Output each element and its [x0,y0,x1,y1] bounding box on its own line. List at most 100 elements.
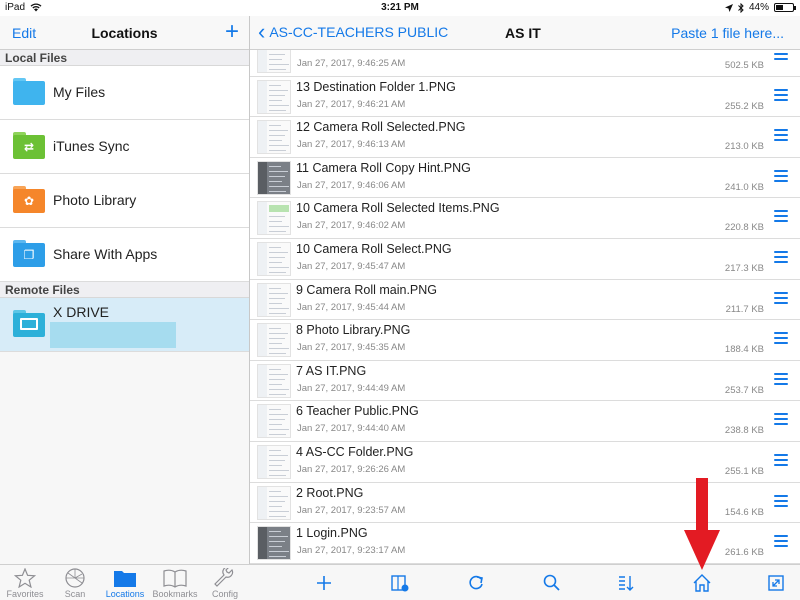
location-photo-library[interactable]: ✿ Photo Library [0,174,249,228]
new-folder-icon[interactable] [390,573,410,593]
file-thumbnail [257,79,291,114]
file-row[interactable]: 9 Camera Roll main.PNG Jan 27, 2017, 9:45… [250,280,800,321]
file-thumbnail [257,526,291,561]
file-row[interactable]: 13 Destination Folder 1.PNG Jan 27, 2017,… [250,77,800,118]
sort-icon[interactable] [616,573,636,593]
file-name: 13 Destination Folder 1.PNG [296,79,456,94]
tab-scan[interactable]: Scan [50,565,100,600]
file-name: 6 Teacher Public.PNG [296,404,419,419]
file-row[interactable]: 6 Teacher Public.PNG Jan 27, 2017, 9:44:4… [250,401,800,442]
tab-config[interactable]: Config [200,565,250,600]
battery-percent: 44% [748,2,769,13]
home-icon[interactable] [692,573,712,593]
file-name: 10 Camera Roll Selected Items.PNG [296,201,500,216]
file-menu-icon[interactable] [774,291,788,304]
locations-title: Locations [91,25,158,41]
tab-bookmarks[interactable]: Bookmarks [150,565,200,600]
plus-icon[interactable] [314,573,334,593]
file-thumbnail [257,485,291,520]
file-date: Jan 27, 2017, 9:45:35 AM [297,342,406,354]
file-menu-icon[interactable] [774,129,788,142]
locations-navbar: Edit Locations + [0,16,249,50]
file-size: 255.2 KB [724,100,764,112]
file-date: Jan 27, 2017, 9:46:25 AM [297,58,406,69]
file-date: Jan 27, 2017, 9:44:49 AM [297,382,406,394]
file-name: 14 Destination Folder 2.PNG [296,50,456,53]
file-menu-icon[interactable] [774,50,788,60]
status-bar: iPad 3:21 PM 44% [0,0,800,16]
file-thumbnail [257,445,291,479]
expand-icon[interactable] [766,573,786,593]
add-location-button[interactable]: + [225,18,239,46]
file-size: 261.6 KB [724,547,764,559]
file-row[interactable]: 10 Camera Roll Selected Items.PNG Jan 27,… [250,198,800,239]
file-size: 217.3 KB [724,263,764,274]
file-size: 255.1 KB [724,466,764,477]
file-name: 12 Camera Roll Selected.PNG [296,120,466,135]
file-date: Jan 27, 2017, 9:46:21 AM [297,98,406,110]
back-label: AS-CC-TEACHERS PUBLIC [269,24,449,40]
file-menu-icon[interactable] [774,251,788,263]
file-menu-icon[interactable] [774,169,788,182]
file-date: Jan 27, 2017, 9:26:26 AM [297,464,406,475]
file-row[interactable]: 11 Camera Roll Copy Hint.PNG Jan 27, 2017… [250,158,800,199]
file-menu-icon[interactable] [774,494,788,507]
file-date: Jan 27, 2017, 9:23:57 AM [297,504,406,516]
file-menu-icon[interactable] [774,535,788,548]
paste-button[interactable]: Paste 1 file here... [671,25,784,41]
file-row[interactable]: 4 AS-CC Folder.PNG Jan 27, 2017, 9:26:26 … [250,442,800,483]
file-date: Jan 27, 2017, 9:44:40 AM [297,423,406,435]
file-size: 241.0 KB [724,181,764,193]
file-browser-navbar: ‹ AS-CC-TEACHERS PUBLIC AS IT Paste 1 fi… [250,16,800,50]
file-date: Jan 27, 2017, 9:46:02 AM [297,220,406,232]
tab-bar: Favorites Scan Locations Bookmarks Confi… [0,564,250,600]
folder-title: AS IT [505,25,541,41]
file-size: 154.6 KB [724,506,764,518]
location-my-files[interactable]: My Files [0,66,249,120]
folder-icon [114,571,136,587]
back-button[interactable]: ‹ AS-CC-TEACHERS PUBLIC [258,19,449,44]
chevron-left-icon: ‹ [258,19,266,44]
tab-label: Scan [64,589,86,599]
location-x-drive[interactable]: X DRIVE [0,298,249,352]
file-menu-icon[interactable] [774,332,788,345]
search-icon[interactable] [542,573,562,593]
file-row[interactable]: 7 AS IT.PNG Jan 27, 2017, 9:44:49 AM 253.7… [250,361,800,402]
file-row[interactable]: 12 Camera Roll Selected.PNG Jan 27, 2017,… [250,117,800,158]
file-menu-icon[interactable] [774,210,788,223]
file-thumbnail [257,282,291,317]
location-arrow-icon [724,3,733,12]
file-menu-icon[interactable] [774,413,788,426]
location-label: My Files [53,84,106,100]
file-size: 188.4 KB [724,344,764,356]
folder-icon [13,78,45,105]
location-itunes-sync[interactable]: ⇄ iTunes Sync [0,120,249,174]
location-share-with-apps[interactable]: ❐ Share With Apps [0,228,249,282]
file-menu-icon[interactable] [774,88,788,101]
scan-icon [65,568,85,588]
photo-library-folder-icon: ✿ [13,186,45,213]
file-size: 502.5 KB [724,60,764,71]
location-label: X DRIVE [53,304,110,320]
redacted-subtitle [50,322,176,348]
refresh-icon[interactable] [466,573,486,593]
file-row[interactable]: 8 Photo Library.PNG Jan 27, 2017, 9:45:35… [250,320,800,361]
file-name: 8 Photo Library.PNG [296,323,411,338]
tab-favorites[interactable]: Favorites [0,565,50,600]
tab-locations[interactable]: Locations [100,565,150,600]
tab-label: Locations [105,589,145,599]
file-row[interactable]: 14 Destination Folder 2.PNG Jan 27, 2017,… [250,50,800,77]
file-thumbnail [257,160,291,195]
share-apps-folder-icon: ❐ [13,240,45,267]
local-files-header: Local Files [0,50,249,66]
file-thumbnail [257,323,291,358]
file-size: 253.7 KB [724,384,764,396]
file-size: 211.7 KB [725,303,764,315]
locations-pane: Edit Locations + Local Files My Files ⇄ … [0,16,250,600]
file-row[interactable]: 10 Camera Roll Select.PNG Jan 27, 2017, 9… [250,239,800,280]
file-thumbnail [257,120,291,155]
file-menu-icon[interactable] [774,454,788,466]
file-menu-icon[interactable] [774,372,788,385]
file-name: 4 AS-CC Folder.PNG [296,445,414,459]
clock: 3:21 PM [381,2,419,13]
